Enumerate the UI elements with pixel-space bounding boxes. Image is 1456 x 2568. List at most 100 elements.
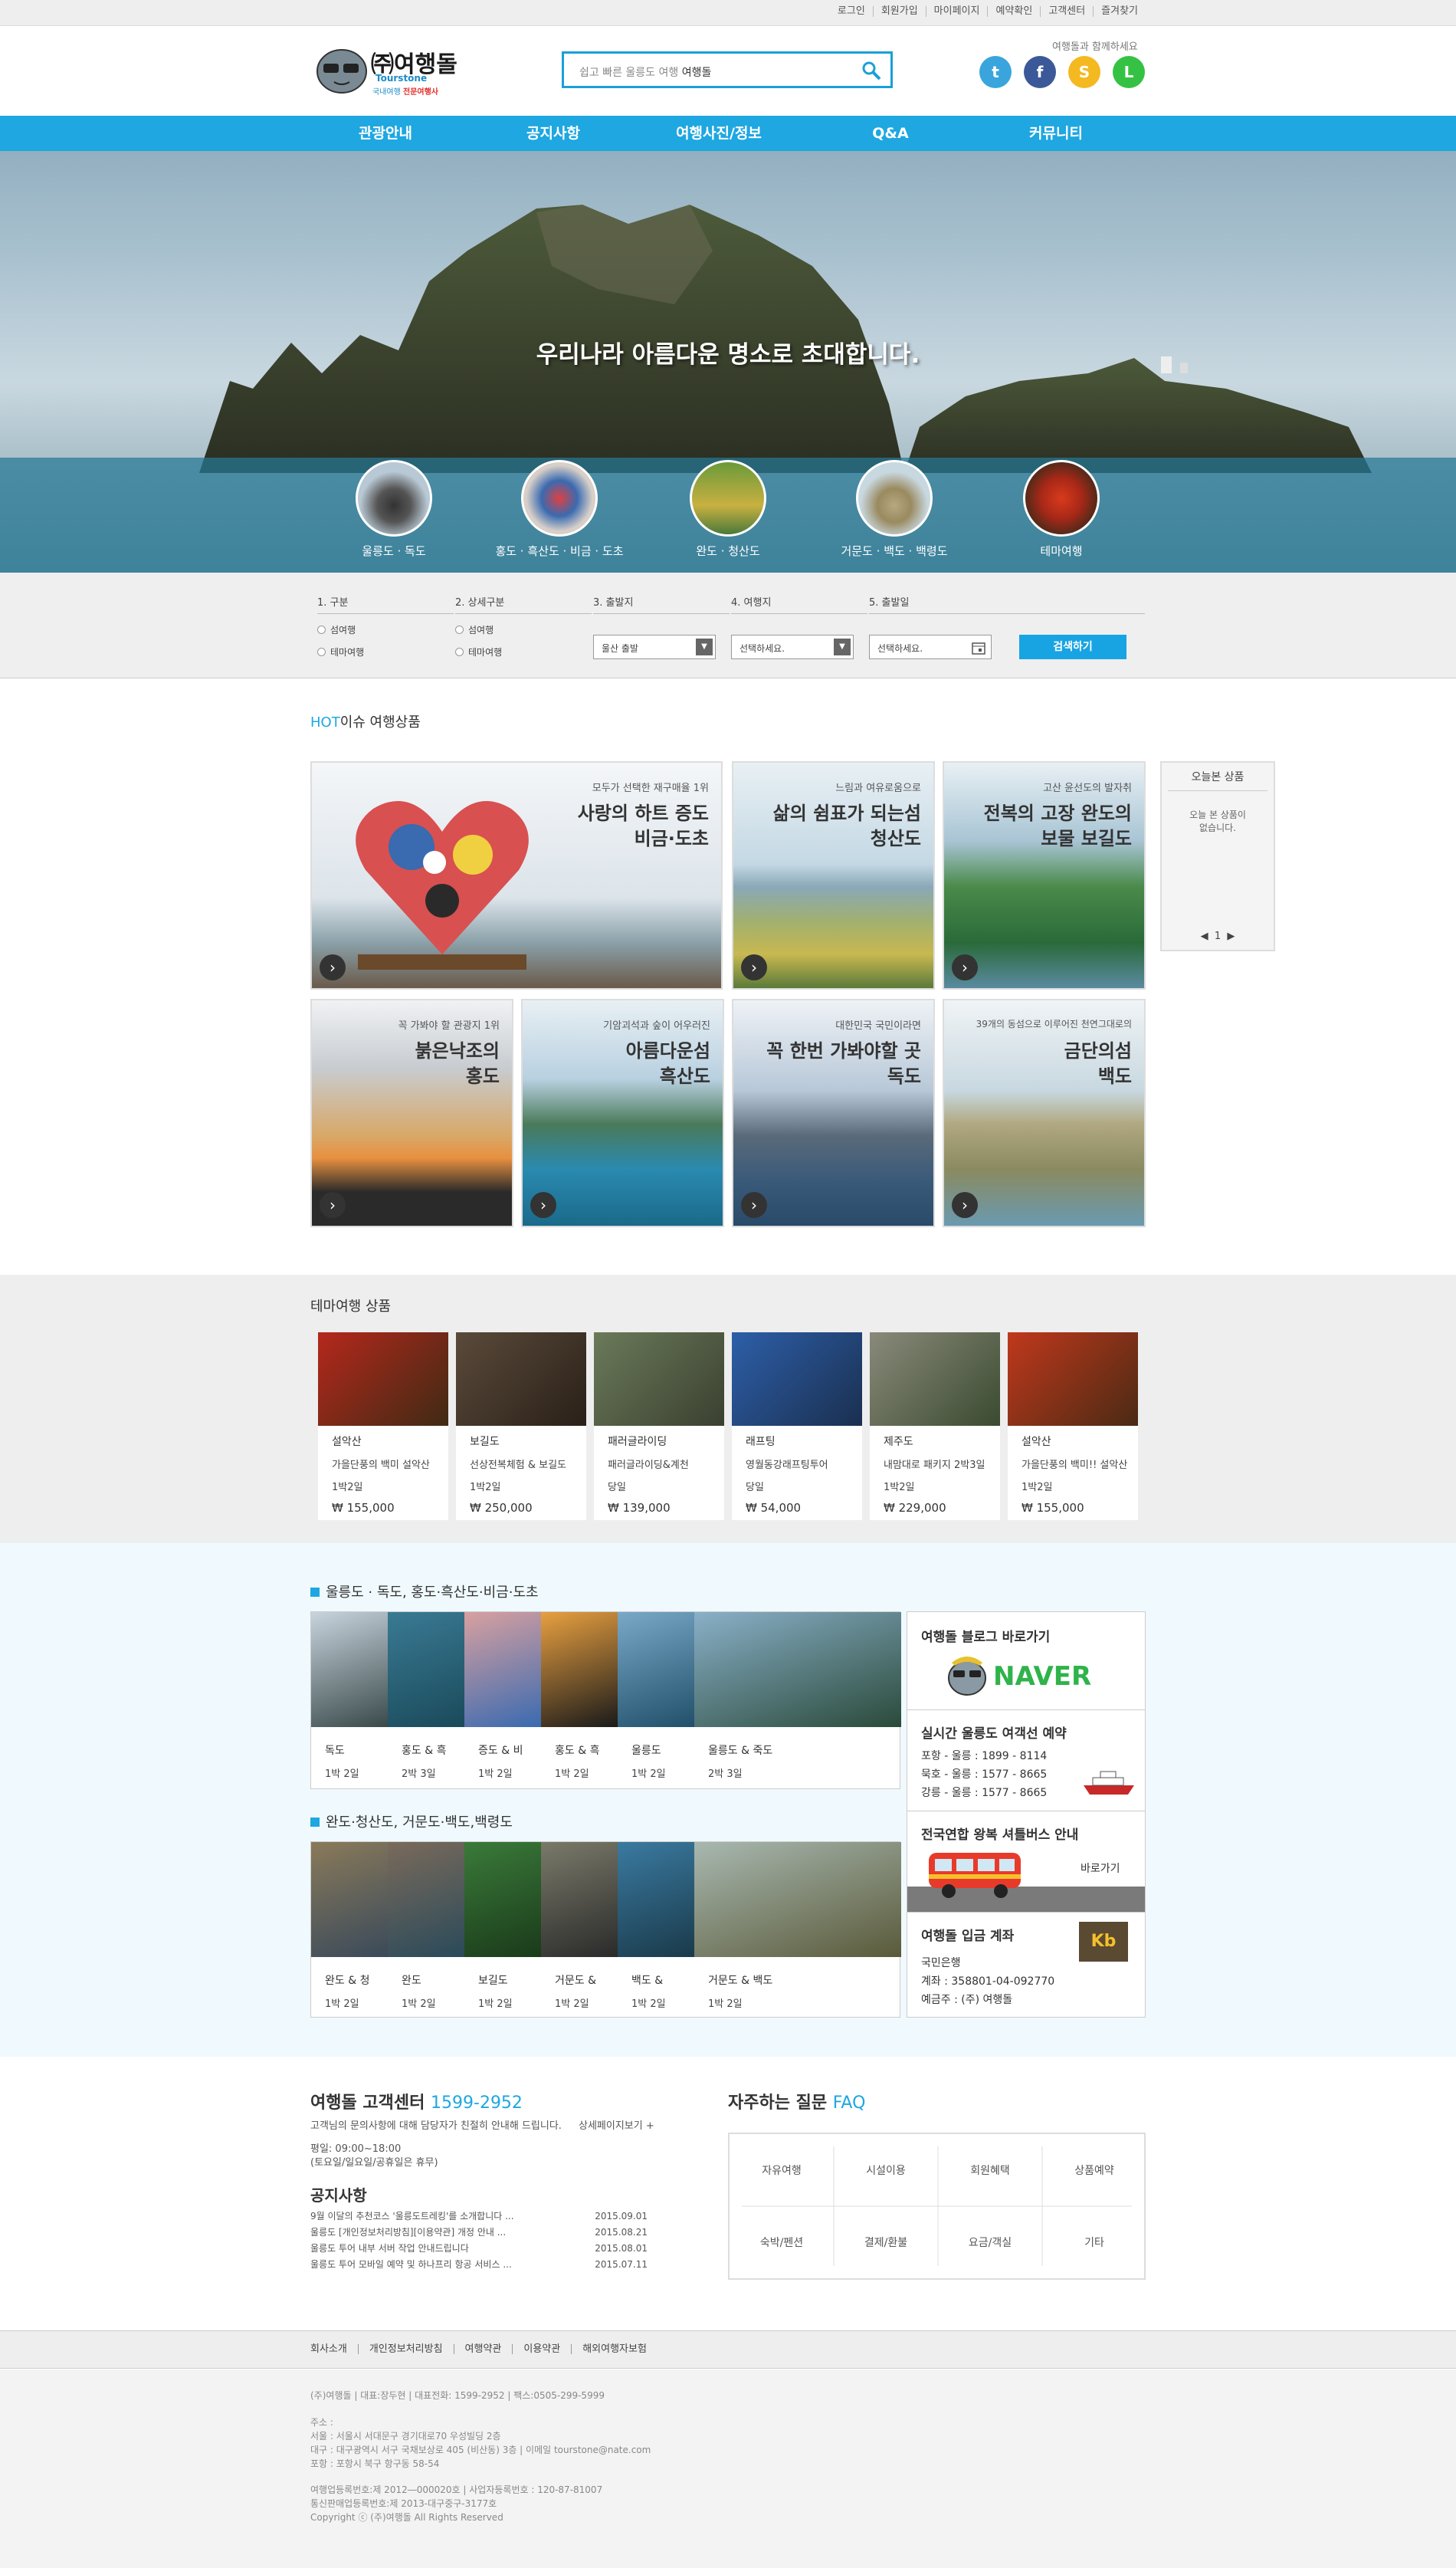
notice-item[interactable]: 울릉도 [개인정보처리방침][이용약관] 개정 안내 ... 2015.08.21	[310, 2225, 648, 2241]
footer-link-privacy[interactable]: 개인정보처리방침	[357, 2344, 454, 2354]
region-tour-image[interactable]	[618, 1612, 694, 1727]
footer-link-company[interactable]: 회사소개	[310, 2344, 358, 2354]
bookmark-link[interactable]: 즐겨찾기	[1093, 6, 1146, 17]
footer-link-insurance[interactable]: 해외여행자보험	[571, 2344, 657, 2354]
reservation-check-link[interactable]: 예약확인	[987, 6, 1040, 17]
faq-category[interactable]: 자유여행	[730, 2134, 834, 2208]
region-tour-name[interactable]: 거문도 & 백도	[708, 1972, 772, 1988]
region-tour-name[interactable]: 울릉도 & 죽도	[708, 1742, 772, 1758]
facebook-icon[interactable]: f	[1024, 56, 1056, 88]
nav-qna[interactable]: Q&A	[821, 116, 959, 151]
notice-item[interactable]: 울릉도 투어 내부 서버 작업 안내드립니다 2015.08.01	[310, 2241, 648, 2257]
card-arrow-icon[interactable]: ›	[952, 954, 978, 980]
mypage-link[interactable]: 마이페이지	[925, 6, 988, 17]
region-tour-name[interactable]: 거문도 &	[555, 1972, 596, 1988]
date-picker[interactable]: 선택하세요.	[869, 635, 992, 659]
dest-geomundo-baekdo[interactable]: 거문도 · 백도 · 백령도	[825, 460, 963, 559]
faq-category[interactable]: 요금/객실	[938, 2206, 1042, 2280]
departure-select[interactable]: 울산 출발 ▼	[593, 635, 716, 659]
region-tour-image[interactable]	[541, 1842, 618, 1957]
theme-product-card[interactable]: 래프팅 영월동강래프팅투어 당일 ₩ 54,000	[732, 1332, 862, 1520]
search-button[interactable]: 검색하기	[1019, 635, 1126, 659]
line-icon[interactable]: L	[1113, 56, 1145, 88]
hot-card-hongdo[interactable]: 꼭 가봐야 할 관광지 1위 붉은낙조의 홍도 ›	[310, 999, 513, 1227]
region-tour-image[interactable]	[388, 1842, 464, 1957]
nav-tour-info[interactable]: 관광안내	[316, 116, 454, 151]
region-tour-image[interactable]	[618, 1842, 694, 1957]
region-tour-name[interactable]: 홍도 & 흑	[555, 1742, 599, 1758]
next-arrow-icon[interactable]: ▶	[1227, 931, 1235, 942]
search-input[interactable]: 쉽고 빠른 울릉도 여행 여행돌	[562, 51, 893, 88]
region-tour-image[interactable]	[311, 1612, 388, 1727]
bus-link[interactable]: 바로가기	[1081, 1860, 1120, 1876]
kakaostory-icon[interactable]: S	[1068, 56, 1100, 88]
region-tour-name[interactable]: 완도 & 청	[325, 1972, 369, 1988]
region-tour-image[interactable]	[464, 1842, 541, 1957]
twitter-icon[interactable]: t	[979, 56, 1012, 88]
calendar-icon[interactable]	[971, 640, 986, 655]
hot-card-baekdo[interactable]: 39개의 동섬으로 이루어진 천연그대로의 금단의섬 백도 ›	[943, 999, 1146, 1227]
region-tour-name[interactable]: 보길도	[478, 1972, 508, 1988]
card-arrow-icon[interactable]: ›	[320, 1192, 346, 1218]
radio-island[interactable]: 섬여행	[455, 623, 592, 636]
hot-card-jeungdo[interactable]: 모두가 선택한 재구매율 1위 사랑의 하트 증도 비금·도초 ›	[310, 761, 723, 990]
card-arrow-icon[interactable]: ›	[952, 1192, 978, 1218]
ferry-box[interactable]: 실시간 울릉도 여객선 예약 포항 - 울릉 : 1899 - 8114 묵호 -…	[907, 1710, 1145, 1811]
notice-item[interactable]: 9월 이달의 추천코스 '울릉도트레킹'를 소개합니다 ... 2015.09.0…	[310, 2208, 648, 2225]
card-arrow-icon[interactable]: ›	[320, 954, 346, 980]
region-tour-image[interactable]	[464, 1612, 541, 1727]
theme-product-card[interactable]: 패러글라이딩 패러글라이딩&계천 당일 ₩ 139,000	[594, 1332, 724, 1520]
signup-link[interactable]: 회원가입	[872, 6, 926, 17]
radio-theme[interactable]: 테마여행	[455, 645, 592, 658]
customer-center-link[interactable]: 고객센터	[1040, 6, 1093, 17]
theme-product-card[interactable]: 보길도 선상전복체험 & 보길도 1박2일 ₩ 250,000	[456, 1332, 586, 1520]
login-link[interactable]: 로그인	[830, 6, 873, 17]
region-tour-name[interactable]: 백도 &	[631, 1972, 663, 1988]
footer-link-travel-terms[interactable]: 여행약관	[453, 2344, 513, 2354]
region-tour-name[interactable]: 완도	[402, 1972, 421, 1988]
card-arrow-icon[interactable]: ›	[741, 954, 767, 980]
blog-box[interactable]: 여행돌 블로그 바로가기 NAVER	[907, 1612, 1145, 1710]
theme-product-card[interactable]: 제주도 내맘대로 패키지 2박3일 1박2일 ₩ 229,000	[870, 1332, 1000, 1520]
search-icon[interactable]	[861, 61, 881, 80]
nav-photo-info[interactable]: 여행사진/정보	[650, 116, 788, 151]
shuttle-bus-box[interactable]: 전국연합 왕복 셔틀버스 안내 바로가기	[907, 1811, 1145, 1913]
hot-card-bogildo[interactable]: 고산 윤선도의 발자취 전복의 고장 완도의 보물 보길도 ›	[943, 761, 1146, 990]
radio-island[interactable]: 섬여행	[317, 623, 454, 636]
notice-item[interactable]: 울릉도 투어 모바일 예약 및 하나프리 항공 서비스 ... 2015.07.1…	[310, 2257, 648, 2273]
faq-category[interactable]: 상품예약	[1042, 2134, 1146, 2208]
hot-card-heuksando[interactable]: 기암괴석과 숲이 어우러진 아름다운섬 흑산도 ›	[521, 999, 724, 1227]
cs-more-link[interactable]: 상세페이지보기 +	[579, 2117, 654, 2132]
faq-category[interactable]: 회원혜택	[938, 2134, 1042, 2208]
region-tour-image[interactable]	[694, 1612, 901, 1727]
destination-select[interactable]: 선택하세요. ▼	[731, 635, 854, 659]
radio-theme[interactable]: 테마여행	[317, 645, 454, 658]
dest-theme-travel[interactable]: 테마여행	[992, 460, 1130, 559]
dest-ulleung-dokdo[interactable]: 울릉도 · 독도	[325, 460, 463, 559]
faq-category[interactable]: 숙박/펜션	[730, 2206, 834, 2280]
region-tour-name[interactable]: 홍도 & 흑	[402, 1742, 446, 1758]
faq-category[interactable]: 결제/환불	[834, 2206, 938, 2280]
region-tour-image[interactable]	[311, 1842, 388, 1957]
region-tour-name[interactable]: 독도	[325, 1742, 345, 1758]
theme-product-card[interactable]: 설악산 가을단풍의 백미 설악산 1박2일 ₩ 155,000	[318, 1332, 448, 1520]
theme-product-card[interactable]: 설악산 가을단풍의 백미!! 설악산 1박2일 ₩ 155,000	[1008, 1332, 1138, 1520]
card-arrow-icon[interactable]: ›	[530, 1192, 556, 1218]
region-tour-image[interactable]	[694, 1842, 901, 1957]
nav-notice[interactable]: 공지사항	[484, 116, 622, 151]
prev-arrow-icon[interactable]: ◀	[1201, 931, 1208, 942]
region-tour-name[interactable]: 울릉도	[631, 1742, 661, 1758]
nav-community[interactable]: 커뮤니티	[987, 116, 1125, 151]
dest-hongdo-heuksando[interactable]: 홍도 · 흑산도 · 비금 · 도초	[490, 460, 628, 559]
footer-link-terms[interactable]: 이용약관	[512, 2344, 571, 2354]
region-tour-image[interactable]	[388, 1612, 464, 1727]
region-tour-name[interactable]: 증도 & 비	[478, 1742, 523, 1758]
site-logo[interactable]: ㈜여행돌 Tourstone 국내여행 전문여행사	[314, 42, 457, 97]
faq-category[interactable]: 시설이용	[834, 2134, 938, 2208]
hot-card-cheongsando[interactable]: 느림과 여유로움으로 삶의 쉼표가 되는섬 청산도 ›	[732, 761, 935, 990]
dest-wando-cheongsando[interactable]: 완도 · 청산도	[659, 460, 797, 559]
card-arrow-icon[interactable]: ›	[741, 1192, 767, 1218]
region-tour-image[interactable]	[541, 1612, 618, 1727]
hot-card-dokdo[interactable]: 대한민국 국민이라면 꼭 한번 가봐야할 곳 독도 ›	[732, 999, 935, 1227]
faq-category[interactable]: 기타	[1042, 2206, 1146, 2280]
